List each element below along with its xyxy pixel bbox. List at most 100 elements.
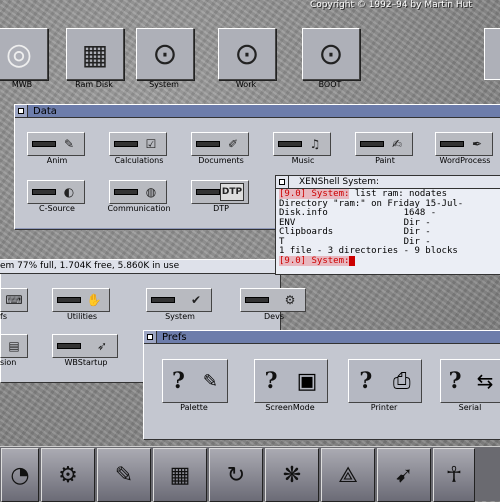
- drawer-slot: [151, 297, 175, 303]
- paint-icon: ✍: [391, 137, 403, 151]
- status-bar: em 77% full, 1.704K free, 5.860K in use: [0, 259, 279, 274]
- drawer-slot: [57, 343, 81, 349]
- shell-prompt: [9.0] System:: [279, 255, 350, 266]
- tutankhamun-icon[interactable]: ☥: [433, 448, 475, 502]
- prefs-screenmode[interactable]: ? ▣ ScreenMode: [254, 359, 332, 412]
- prefs-label: ScreenMode: [265, 403, 315, 412]
- drawer-system[interactable]: ✔ System: [146, 288, 222, 321]
- shell-line: Clipboards Dir -: [279, 227, 431, 237]
- desktop-icon-work[interactable]: ⊙ Work: [218, 28, 286, 89]
- drawer-wbstartup[interactable]: ➶ WBStartup: [52, 334, 128, 367]
- reload-icon[interactable]: ↻: [209, 448, 263, 502]
- drawer-box: DTP: [191, 180, 249, 204]
- drawer-label: WordProcess: [439, 156, 491, 165]
- shell-window[interactable]: XENShell System: [9.0] System: list ram:…: [275, 175, 500, 275]
- desktop-icon-label: System: [149, 80, 179, 89]
- editor-icon[interactable]: ✎: [97, 448, 151, 502]
- drawer-box: ▤: [0, 334, 28, 358]
- prefs-serial[interactable]: ? ⇆ Serial: [440, 359, 500, 412]
- prefs-box: ? ✎: [162, 359, 228, 403]
- prefs-label: Palette: [180, 403, 208, 412]
- close-gadget[interactable]: [276, 176, 289, 188]
- fractal-icon[interactable]: ❋: [265, 448, 319, 502]
- drawer-label: sion: [0, 358, 17, 367]
- drawer-communication[interactable]: ◍ Communication: [107, 180, 181, 213]
- close-gadget[interactable]: [144, 331, 157, 343]
- drawer-wordprocess[interactable]: ✒ WordProcess: [435, 132, 500, 165]
- ram-disk-icon: ▦: [66, 28, 124, 80]
- drawer-box: ✋: [52, 288, 110, 312]
- drawer-label: Anim: [46, 156, 68, 165]
- drawer-slot: [114, 141, 138, 147]
- palette-icon: ✎: [202, 370, 218, 392]
- gears-icon[interactable]: ⚙: [41, 448, 95, 502]
- drawer-label: C-Source: [39, 204, 75, 213]
- drawer-label: Communication: [107, 204, 171, 213]
- drawer-label: Music: [291, 156, 315, 165]
- drawer-label: Devs: [264, 312, 284, 321]
- drawer-label: WBStartup: [64, 358, 108, 367]
- disk-copy-icon[interactable]: ▦: [153, 448, 207, 502]
- desktop-icon-boot[interactable]: ⊙ BOOT: [302, 28, 370, 89]
- drawer-label: fs: [0, 312, 7, 321]
- drawer-utilities[interactable]: ✋ Utilities: [52, 288, 124, 321]
- shell-title: XENShell System:: [299, 177, 379, 187]
- prefs-window-titlebar[interactable]: Prefs: [144, 331, 500, 344]
- drawer-label: Documents: [198, 156, 244, 165]
- shell-line: T Dir -: [279, 236, 431, 247]
- shell-titlebar[interactable]: XENShell System:: [276, 176, 500, 189]
- rocket-icon[interactable]: ➹: [377, 448, 431, 502]
- dtp-icon: DTP: [220, 183, 244, 201]
- drawer-slot: [57, 297, 81, 303]
- devs-icon: ⚙: [284, 293, 296, 307]
- desktop-icon-mwb[interactable]: ◎ MWB: [0, 28, 62, 89]
- drawer-box: ✍: [355, 132, 413, 156]
- drawer-expansion-partial[interactable]: ▤ sion: [0, 334, 28, 367]
- prefs-box: ? ⇆: [440, 359, 500, 403]
- shell-line: 1 file - 3 directories - 9 blocks: [279, 246, 458, 256]
- drawer-box: ⌨: [0, 288, 28, 312]
- drawer-box: ➶: [52, 334, 118, 358]
- drawer-label: Paint: [375, 156, 395, 165]
- drawer-label: Utilities: [66, 312, 98, 321]
- drawer-box: ✒: [435, 132, 493, 156]
- desktop-icon-system[interactable]: ⊙ System: [136, 28, 204, 89]
- drawer-calculations[interactable]: ☑ Calculations: [109, 132, 181, 165]
- close-gadget[interactable]: [15, 105, 28, 117]
- shell-line: ENV Dir -: [279, 217, 431, 228]
- drawer-box: ✔: [146, 288, 212, 312]
- shell-output[interactable]: [9.0] System: list ram: nodates Director…: [276, 189, 500, 267]
- drawer-slot: [360, 141, 384, 147]
- drawer-slot: [440, 141, 464, 147]
- prefs-printer[interactable]: ? ⎙ Printer: [348, 359, 426, 412]
- drawer-prefs-partial[interactable]: ⌨ fs: [0, 288, 28, 321]
- wbstartup-icon: ➶: [96, 339, 108, 353]
- drawer-paint[interactable]: ✍ Paint: [355, 132, 427, 165]
- copyright-text: Copyright © 1992–94 by Martin Hut: [310, 0, 472, 10]
- drawing-tool-icon[interactable]: ⟁: [321, 448, 375, 502]
- tool-dock: ◔ ⚙ ✎ ▦ ↻ ❋ ⟁ ➹ ☥: [0, 446, 500, 502]
- drawer-box: ♫: [273, 132, 331, 156]
- drawer-slot: [196, 141, 220, 147]
- prefs-label: Serial: [458, 403, 482, 412]
- disk-icon[interactable]: ◔: [1, 448, 39, 502]
- drawer-anim[interactable]: ✎ Anim: [27, 132, 99, 165]
- prefs-box: ? ⎙: [348, 359, 422, 403]
- drawer-dtp[interactable]: DTP DTP: [191, 180, 263, 213]
- question-mark: ?: [172, 368, 185, 394]
- desktop-icon-partial[interactable]: [484, 28, 500, 80]
- shell-line: Disk.info 1648 -: [279, 208, 437, 218]
- drawer-documents[interactable]: ✐ Documents: [191, 132, 263, 165]
- drawer-music[interactable]: ♫ Music: [273, 132, 345, 165]
- drawer-devs[interactable]: ⚙ Devs: [240, 288, 316, 321]
- window-title: Prefs: [162, 331, 187, 343]
- window-title: Data: [33, 105, 57, 117]
- drawer-c-source[interactable]: ◐ C-Source: [27, 180, 99, 213]
- prefs-label: Printer: [370, 403, 398, 412]
- data-window-titlebar[interactable]: Data: [15, 105, 500, 118]
- c-source-icon: ◐: [63, 185, 75, 199]
- desktop-icon-label: MWB: [11, 80, 33, 89]
- prefs-palette[interactable]: ? ✎ Palette: [162, 359, 236, 412]
- hard-drive-icon: ⊙: [136, 28, 194, 80]
- calculator-icon: ☑: [145, 137, 157, 151]
